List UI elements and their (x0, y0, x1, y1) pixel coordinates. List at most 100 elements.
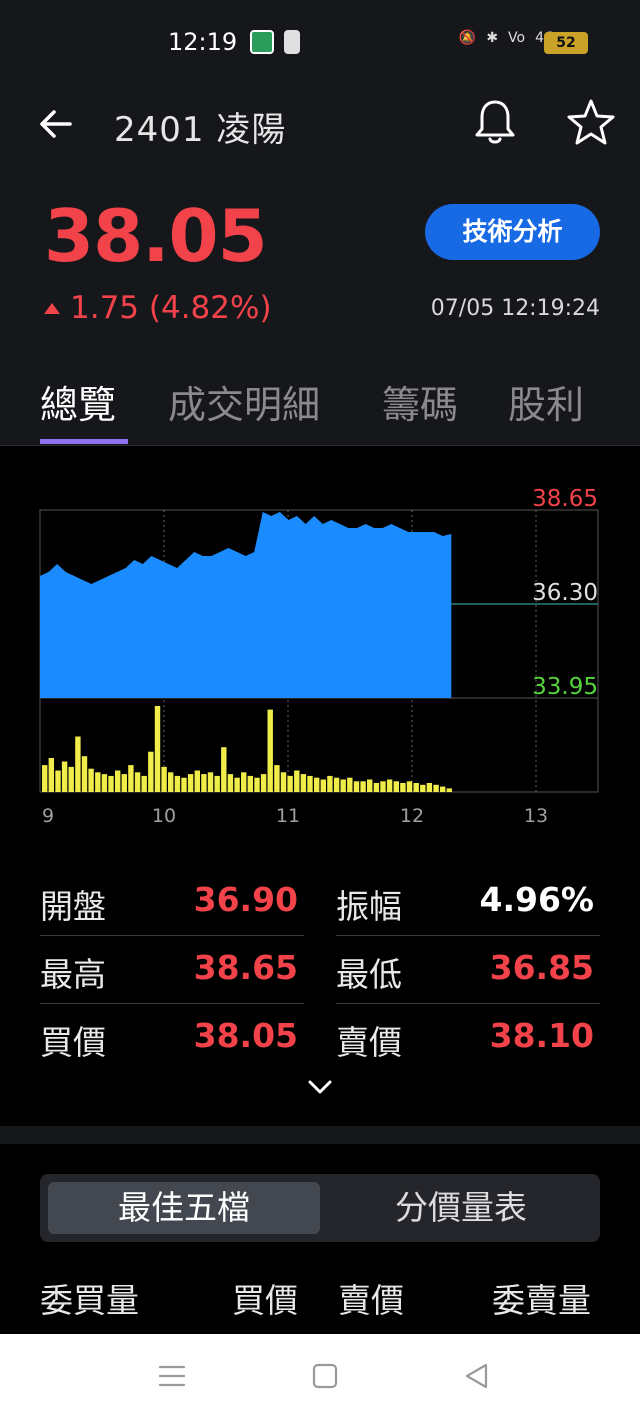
tab-trade-details[interactable]: 成交明細 (168, 374, 320, 429)
volume-bar (61, 761, 68, 792)
ask-volume-header: 委賣量 (492, 1281, 591, 1320)
chevron-down-icon[interactable] (304, 1076, 336, 1098)
stat-amplitude: 振幅 4.96% (336, 868, 600, 936)
app-notification-icon (250, 30, 274, 54)
volume-bar (134, 772, 141, 792)
tab-overview[interactable]: 總覽 (40, 374, 116, 429)
stat-label: 振幅 (336, 887, 402, 926)
volume-bar (320, 779, 326, 792)
status-bar: 12:19 🔕 ✱ Vo 4G ▮▮▮ 52 (0, 0, 640, 86)
ask-price-header: 賣價 (338, 1281, 404, 1320)
back-arrow-icon[interactable] (36, 104, 76, 144)
stat-label: 賣價 (336, 1023, 402, 1062)
volume-bar (360, 781, 366, 793)
bluetooth-icon: ✱ (486, 30, 499, 46)
volume-bar (154, 706, 161, 792)
price-volume-tab[interactable]: 分價量表 (330, 1182, 592, 1234)
volume-bar (393, 781, 399, 793)
file-icon (284, 30, 300, 54)
menu-icon[interactable] (158, 1362, 186, 1390)
volume-bar (340, 779, 346, 792)
volume-bar (128, 765, 134, 792)
stat-label: 開盤 (40, 887, 106, 926)
technical-analysis-button[interactable]: 技術分析 (425, 204, 600, 260)
volume-bar (426, 783, 433, 792)
price-area-series (40, 512, 452, 698)
volume-bar (68, 766, 74, 792)
volume-bar (433, 784, 439, 792)
bid-volume-header: 委買量 (40, 1281, 139, 1320)
x-tick-label: 13 (524, 805, 548, 827)
x-tick-label: 9 (42, 805, 54, 827)
volume-bar (327, 775, 333, 792)
volume-bar (148, 751, 154, 792)
y-label-high: 38.65 (532, 486, 598, 512)
volume-bar (181, 777, 187, 792)
overview-panel: 38.65 36.30 33.95 9 10 11 12 13 開盤 36.90 振幅 4.9… (0, 446, 640, 1126)
star-icon[interactable] (566, 98, 616, 146)
volume-bar (108, 775, 114, 792)
battery-icon: 52 (544, 32, 588, 54)
stat-label: 最低 (336, 955, 402, 994)
volume-bar (413, 783, 419, 792)
volume-bar (300, 774, 307, 792)
stock-header: 2401 凌陽 38.05 1.75 (4.82%) 技術分析 07/05 12… (0, 86, 640, 446)
tab-chips[interactable]: 籌碼 (382, 374, 458, 429)
volume-bar (446, 788, 452, 792)
volume-bar (287, 775, 293, 792)
volume-bar (367, 779, 373, 792)
volume-bar (400, 783, 406, 792)
volume-bar (55, 770, 61, 792)
volume-bar (214, 775, 220, 792)
bell-icon[interactable] (472, 98, 518, 146)
volume-bar (294, 770, 300, 792)
stat-value: 36.90 (193, 880, 298, 919)
volume-bar (101, 774, 108, 792)
volume-bar (42, 765, 48, 792)
volume-bar (227, 774, 234, 792)
home-icon[interactable] (312, 1362, 338, 1390)
stat-label: 最高 (40, 955, 106, 994)
y-label-low: 33.95 (532, 674, 598, 700)
best-five-tab[interactable]: 最佳五檔 (48, 1182, 320, 1234)
stat-open: 開盤 36.90 (40, 868, 304, 936)
stat-value: 38.10 (489, 1016, 594, 1055)
system-nav-bar (0, 1334, 640, 1422)
volume-bar (88, 768, 94, 792)
volume-bar (380, 781, 386, 793)
price-change: 1.75 (4.82%) (44, 290, 272, 326)
volume-bar (168, 772, 174, 792)
section-divider (0, 1126, 640, 1144)
y-label-ref: 36.30 (532, 580, 598, 606)
volume-bar (115, 770, 121, 792)
volume-bar (307, 775, 313, 792)
mute-icon: 🔕 (458, 30, 477, 46)
intraday-chart[interactable]: 38.65 36.30 33.95 9 10 11 12 13 (0, 446, 640, 846)
volume-bar (241, 772, 247, 792)
stat-high: 最高 38.65 (40, 936, 304, 1004)
volume-bar (201, 774, 207, 792)
tab-dividend[interactable]: 股利 (508, 374, 584, 429)
volume-bar (75, 736, 81, 792)
x-tick-label: 11 (276, 805, 300, 827)
x-tick-label: 12 (400, 805, 424, 827)
notification-icons (250, 30, 300, 54)
volume-bar (141, 775, 147, 792)
volume-bar (280, 772, 287, 792)
volume-bar (333, 777, 340, 792)
volume-bar (194, 770, 200, 792)
back-icon[interactable] (462, 1362, 490, 1390)
volte-icon: Vo (508, 30, 526, 46)
status-time: 12:19 (168, 28, 238, 56)
tab-bar: 總覽 成交明細 籌碼 股利 (0, 374, 640, 446)
volume-bar (121, 774, 127, 792)
stat-value: 38.05 (193, 1016, 298, 1055)
price-change-value: 1.75 (4.82%) (70, 290, 272, 326)
volume-bar (48, 758, 54, 792)
x-tick-label: 10 (152, 805, 176, 827)
current-price: 38.05 (44, 194, 268, 278)
quote-timestamp: 07/05 12:19:24 (430, 296, 600, 321)
volume-bar (260, 774, 267, 792)
stock-title: 2401 凌陽 (114, 110, 287, 150)
volume-bar (347, 777, 353, 792)
